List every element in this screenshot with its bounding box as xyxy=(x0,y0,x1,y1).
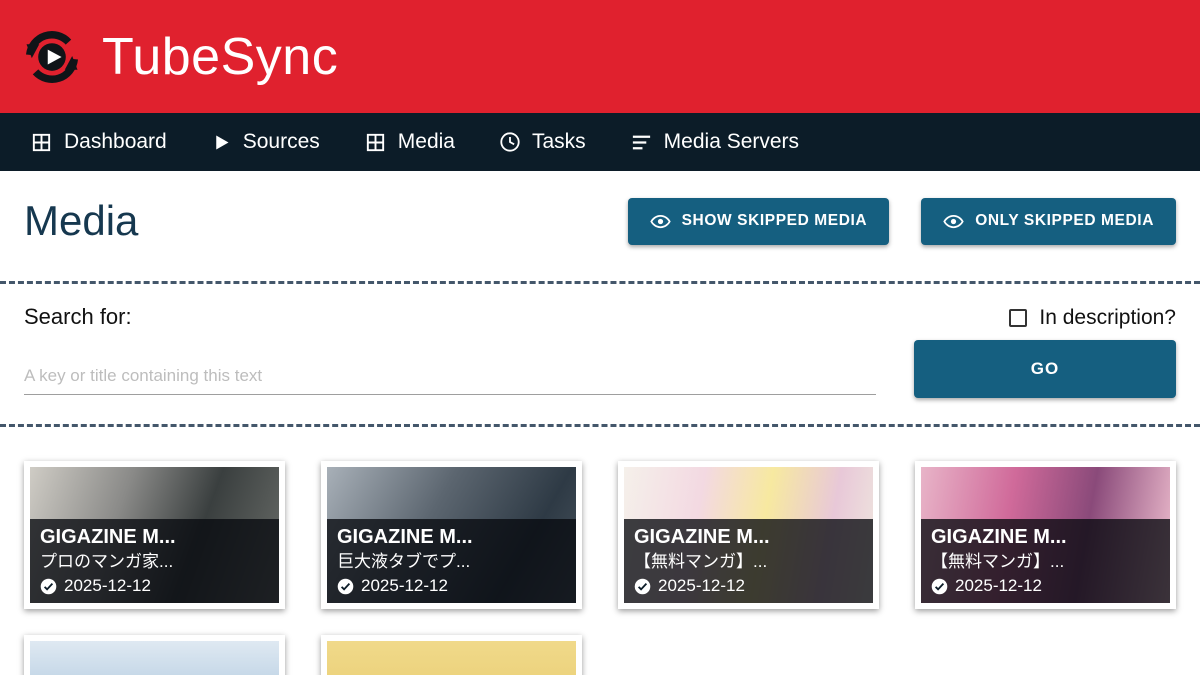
media-thumbnail: GIGAZINE M... 【無料マンガ】... 2025-12-12 xyxy=(921,467,1170,603)
media-title: GIGAZINE M... xyxy=(931,524,1160,550)
media-caption: GIGAZINE M... 【無料マンガ】... 2025-12-12 xyxy=(624,519,873,603)
media-date: 2025-12-12 xyxy=(658,576,745,596)
media-caption: GIGAZINE M... プロのマンガ家... 2025-12-12 xyxy=(30,519,279,603)
play-icon xyxy=(211,132,232,153)
media-title: GIGAZINE M... xyxy=(337,524,566,550)
media-date-row: 2025-12-12 xyxy=(931,576,1160,596)
media-date-row: 2025-12-12 xyxy=(337,576,566,596)
media-subtitle: 【無料マンガ】... xyxy=(634,550,863,574)
list-lines-icon xyxy=(630,131,653,154)
main-nav: Dashboard Sources Media Tasks Media Serv… xyxy=(0,113,1200,171)
nav-dashboard[interactable]: Dashboard xyxy=(30,130,167,154)
media-date: 2025-12-12 xyxy=(361,576,448,596)
media-title: GIGAZINE M... xyxy=(40,524,269,550)
app-header: TubeSync xyxy=(0,0,1200,113)
page-title: Media xyxy=(24,197,138,245)
nav-label: Media xyxy=(398,130,455,154)
nav-label: Tasks xyxy=(532,130,586,154)
media-card[interactable]: GIGAZINE M... 【無料マンガ】... 2025-12-12 xyxy=(915,461,1176,609)
media-date: 2025-12-12 xyxy=(955,576,1042,596)
nav-tasks[interactable]: Tasks xyxy=(499,130,586,154)
media-caption: GIGAZINE M... 巨大液タブでプ... 2025-12-12 xyxy=(327,519,576,603)
nav-media[interactable]: Media xyxy=(364,130,455,154)
clock-icon xyxy=(499,131,521,153)
nav-media-servers[interactable]: Media Servers xyxy=(630,130,799,154)
media-grid: GIGAZINE M... プロのマンガ家... 2025-12-12 GIGA… xyxy=(0,427,1200,675)
media-date: 2025-12-12 xyxy=(64,576,151,596)
check-circle-icon xyxy=(40,578,57,595)
eye-icon xyxy=(943,211,964,232)
media-caption: GIGAZINE M... 【無料マンガ】... 2025-12-12 xyxy=(921,519,1170,603)
media-thumbnail: GIGAZINE M... 【無料マンガ】... 2025-12-12 xyxy=(624,467,873,603)
media-date-row: 2025-12-12 xyxy=(40,576,269,596)
tubesync-logo-icon xyxy=(16,21,88,93)
check-circle-icon xyxy=(634,578,651,595)
media-subtitle: 【無料マンガ】... xyxy=(931,550,1160,574)
show-skipped-media-button[interactable]: SHOW SKIPPED MEDIA xyxy=(628,198,890,245)
media-title: GIGAZINE M... xyxy=(634,524,863,550)
nav-sources[interactable]: Sources xyxy=(211,130,320,154)
media-subtitle: プロのマンガ家... xyxy=(40,550,269,574)
check-circle-icon xyxy=(931,578,948,595)
skipped-media-buttons: SHOW SKIPPED MEDIA ONLY SKIPPED MEDIA xyxy=(628,198,1176,245)
search-label: Search for: xyxy=(24,304,876,330)
main-content: Media SHOW SKIPPED MEDIA ONLY SKIPPED ME… xyxy=(0,197,1200,675)
media-card[interactable] xyxy=(321,635,582,675)
media-card[interactable] xyxy=(24,635,285,675)
nav-label: Media Servers xyxy=(664,130,799,154)
dashboard-grid-icon xyxy=(30,131,53,154)
app-title: TubeSync xyxy=(102,27,338,87)
in-description-checkbox-row[interactable]: In description? xyxy=(1009,306,1176,330)
search-section: Search for: In description? GO xyxy=(0,284,1200,424)
nav-label: Dashboard xyxy=(64,130,167,154)
media-card[interactable]: GIGAZINE M... プロのマンガ家... 2025-12-12 xyxy=(24,461,285,609)
in-description-label: In description? xyxy=(1039,306,1176,330)
media-thumbnail: GIGAZINE M... 巨大液タブでプ... 2025-12-12 xyxy=(327,467,576,603)
in-description-checkbox[interactable] xyxy=(1009,309,1027,327)
go-button[interactable]: GO xyxy=(914,340,1176,398)
eye-icon xyxy=(650,211,671,232)
nav-label: Sources xyxy=(243,130,320,154)
button-label: SHOW SKIPPED MEDIA xyxy=(682,212,868,230)
media-card[interactable]: GIGAZINE M... 【無料マンガ】... 2025-12-12 xyxy=(618,461,879,609)
media-thumbnail xyxy=(30,641,279,675)
media-date-row: 2025-12-12 xyxy=(634,576,863,596)
button-label: ONLY SKIPPED MEDIA xyxy=(975,212,1154,230)
media-subtitle: 巨大液タブでプ... xyxy=(337,550,566,574)
only-skipped-media-button[interactable]: ONLY SKIPPED MEDIA xyxy=(921,198,1176,245)
media-thumbnail: GIGAZINE M... プロのマンガ家... 2025-12-12 xyxy=(30,467,279,603)
check-circle-icon xyxy=(337,578,354,595)
search-input[interactable] xyxy=(24,362,876,395)
media-grid-icon xyxy=(364,131,387,154)
media-thumbnail xyxy=(327,641,576,675)
media-card[interactable]: GIGAZINE M... 巨大液タブでプ... 2025-12-12 xyxy=(321,461,582,609)
